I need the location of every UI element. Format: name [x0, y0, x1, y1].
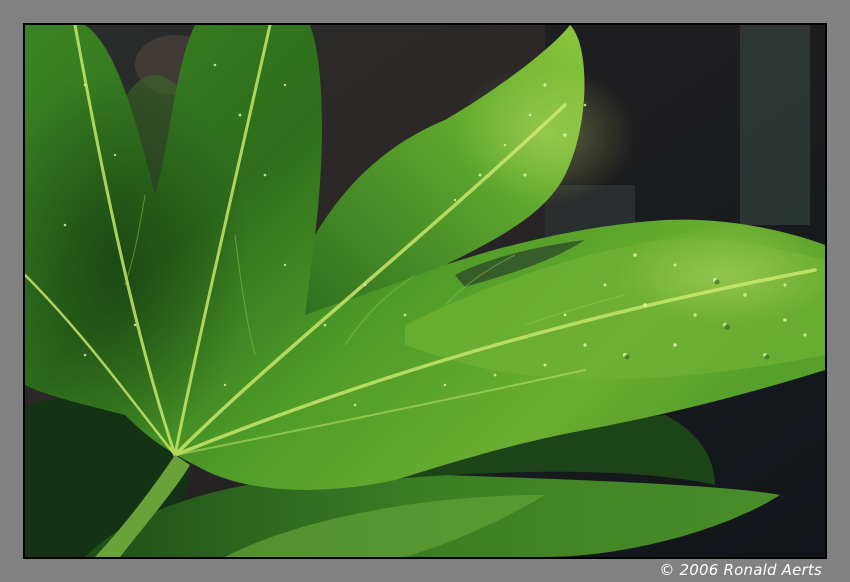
copyright-text: © 2006 Ronald Aerts	[659, 561, 822, 579]
leaf-photo	[25, 25, 825, 557]
photo-frame: © 2006 Ronald Aerts	[0, 0, 850, 582]
leaf-photo-icon	[25, 25, 825, 557]
